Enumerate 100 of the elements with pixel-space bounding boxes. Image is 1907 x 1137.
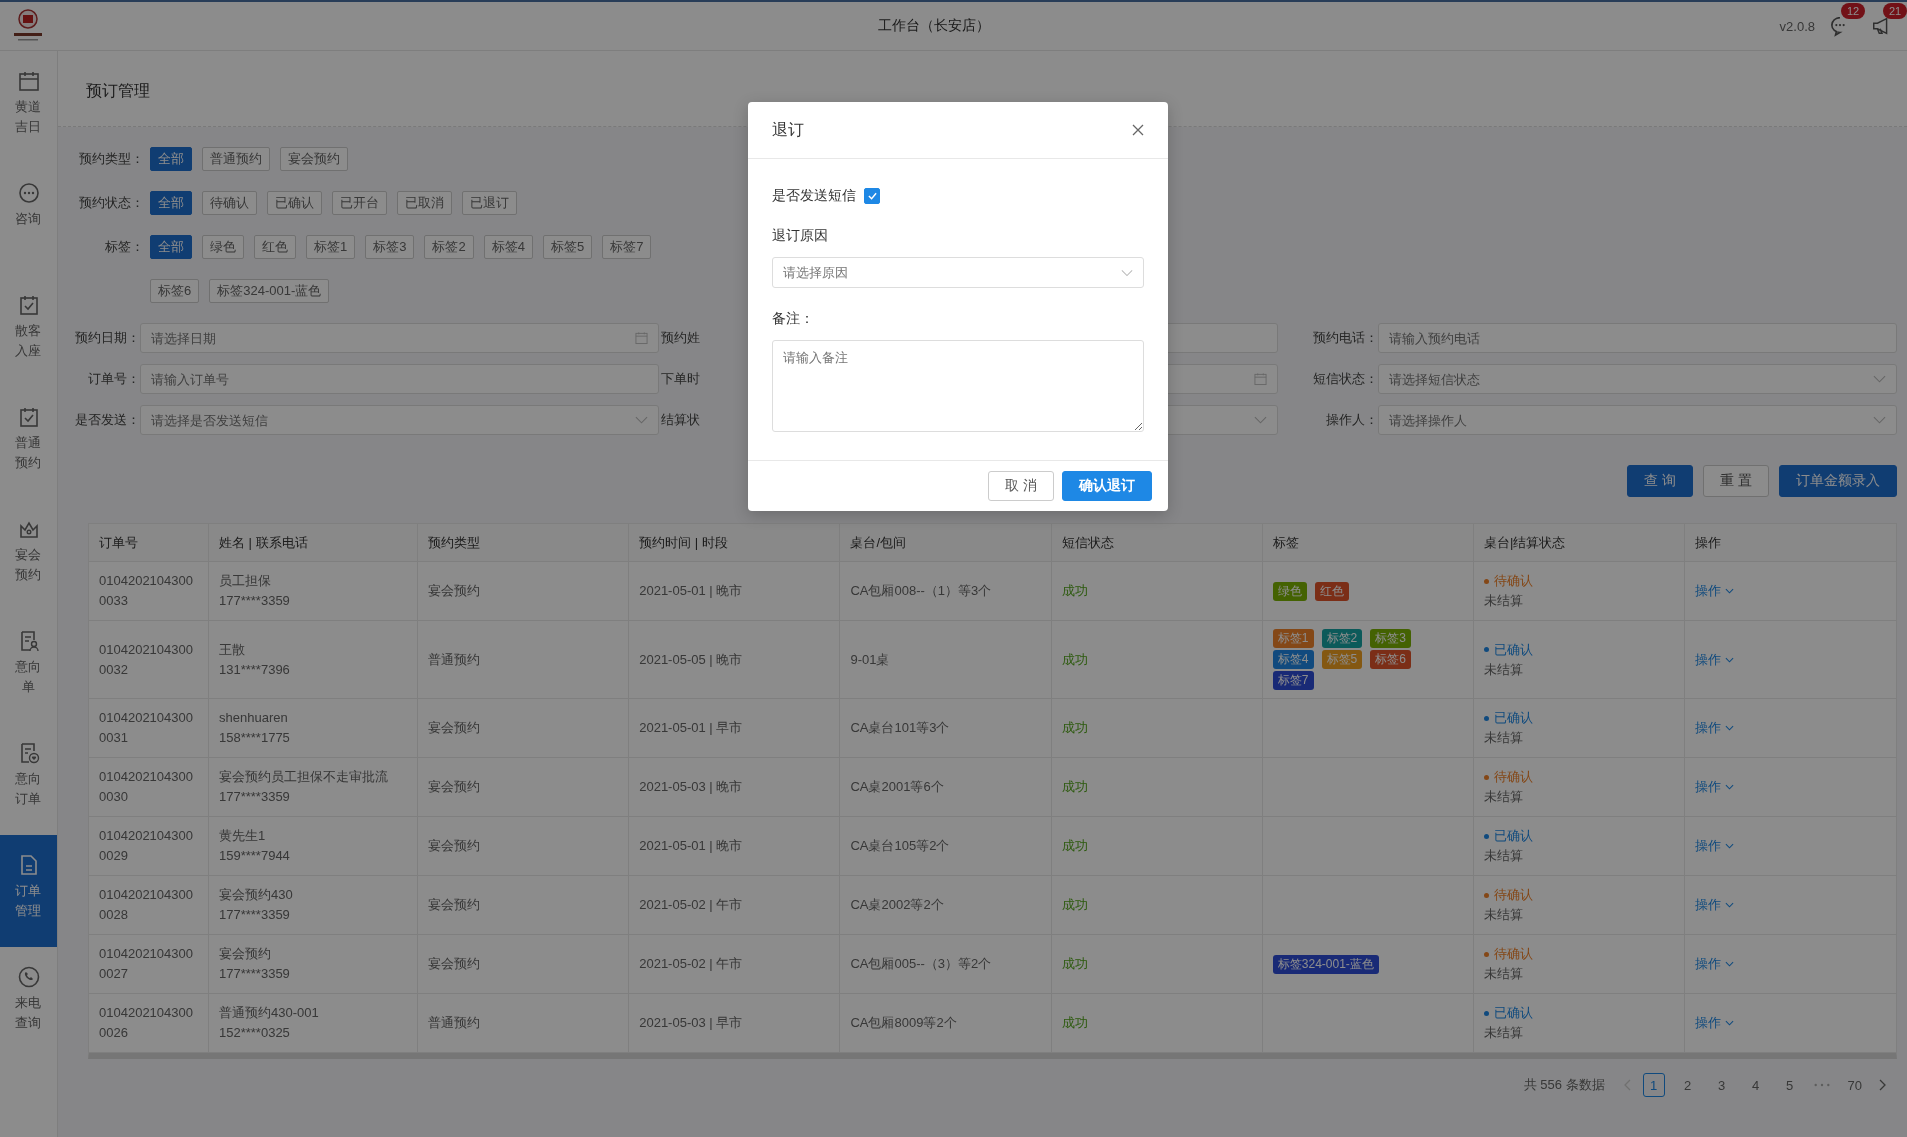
filter-chip[interactable]: 已确认 bbox=[267, 191, 322, 215]
customer-name: 员工担保 bbox=[219, 572, 271, 590]
tag: 红色 bbox=[1314, 581, 1349, 601]
settlement-status: 未结算 bbox=[1484, 847, 1523, 865]
window-title: 工作台（长安店） bbox=[876, 17, 991, 35]
date-field[interactable]: 请选择日期 bbox=[140, 323, 659, 353]
caret-icon bbox=[1725, 588, 1735, 594]
filter-chip[interactable]: 红色 bbox=[254, 235, 296, 259]
filter-chip[interactable]: 已开台 bbox=[332, 191, 387, 215]
table-name: CA桌2002等2个 bbox=[850, 897, 944, 912]
dialog-button[interactable]: 确认退订 bbox=[1062, 471, 1152, 501]
notification-badge: 12 bbox=[1841, 3, 1866, 19]
actions-dropdown[interactable]: 操作 bbox=[1695, 1013, 1735, 1033]
filter-chip[interactable]: 标签3 bbox=[365, 235, 415, 259]
notification-badge: 21 bbox=[1883, 3, 1907, 19]
actions-dropdown[interactable]: 操作 bbox=[1695, 718, 1735, 738]
sidebar-item[interactable]: 意向订单 bbox=[0, 723, 57, 835]
select-field[interactable]: 请选择短信状态 bbox=[1378, 364, 1897, 394]
booking-time: 2021-05-03 | 早市 bbox=[639, 1015, 743, 1030]
settlement-status: 未结算 bbox=[1484, 1024, 1523, 1042]
sidebar-item[interactable]: 散客入座 bbox=[0, 275, 57, 387]
table-name: CA桌2001等6个 bbox=[850, 779, 944, 794]
sidebar-item[interactable]: 普通预约 bbox=[0, 387, 57, 499]
sidebar-item[interactable]: 咨询 bbox=[0, 163, 57, 275]
input-field[interactable]: 请输入预约电话 bbox=[1378, 323, 1897, 353]
select-field[interactable]: 请选择原因 bbox=[772, 257, 1144, 288]
filter-chip[interactable]: 宴会预约 bbox=[280, 147, 348, 171]
action-button[interactable]: 查 询 bbox=[1627, 465, 1694, 497]
filter-chip[interactable]: 标签1 bbox=[306, 235, 356, 259]
actions-dropdown[interactable]: 操作 bbox=[1695, 777, 1735, 797]
page-button[interactable]: 5 bbox=[1778, 1073, 1801, 1097]
sms-status: 成功 bbox=[1061, 956, 1088, 971]
filter-chip[interactable]: 标签6 bbox=[150, 279, 200, 303]
sidebar-item[interactable]: 订单管理 bbox=[0, 835, 57, 947]
note-field[interactable]: 请输入备注 bbox=[772, 340, 1144, 432]
field-label: 操作人： bbox=[1325, 411, 1378, 429]
actions-dropdown[interactable]: 操作 bbox=[1695, 954, 1735, 974]
sidebar-item[interactable]: 宴会预约 bbox=[0, 499, 57, 611]
next-page-icon[interactable] bbox=[1879, 1079, 1887, 1091]
filter-chip[interactable]: 全部 bbox=[150, 235, 192, 259]
filter-chip[interactable]: 全部 bbox=[150, 191, 192, 215]
action-button[interactable]: 重 置 bbox=[1703, 465, 1769, 497]
filter-label: 预约类型： bbox=[78, 150, 145, 168]
booking-status: 待确认 bbox=[1484, 767, 1533, 787]
page-button[interactable]: 4 bbox=[1744, 1073, 1767, 1097]
action-button[interactable]: 订单金额录入 bbox=[1779, 465, 1897, 497]
field-label: 短信状态： bbox=[1312, 370, 1378, 388]
checkbox[interactable] bbox=[864, 188, 880, 204]
chevron-down-icon bbox=[1254, 416, 1267, 424]
actions-dropdown[interactable]: 操作 bbox=[1695, 581, 1735, 601]
tag: 标签4 bbox=[1272, 650, 1314, 669]
filter-chip[interactable]: 普通预约 bbox=[202, 147, 270, 171]
filter-label: 标签： bbox=[104, 238, 145, 256]
page-button[interactable]: 1 bbox=[1642, 1073, 1665, 1097]
filter-chip[interactable]: 标签7 bbox=[602, 235, 652, 259]
booking-status: 已确认 bbox=[1484, 1003, 1533, 1023]
actions-dropdown[interactable]: 操作 bbox=[1695, 649, 1735, 670]
sidebar-item[interactable]: 来电查询 bbox=[0, 947, 57, 1059]
booking-time: 2021-05-03 | 晚市 bbox=[639, 779, 743, 794]
phone-icon bbox=[16, 965, 41, 989]
phone-number: 131****7396 bbox=[219, 660, 290, 679]
field-label: 退订原因 bbox=[772, 227, 829, 245]
column-header: 短信状态 bbox=[1051, 524, 1263, 562]
page-button[interactable]: 2 bbox=[1676, 1073, 1699, 1097]
actions-dropdown[interactable]: 操作 bbox=[1695, 836, 1735, 856]
actions-dropdown[interactable]: 操作 bbox=[1695, 895, 1735, 915]
order-number: 01042021043000028 bbox=[99, 886, 193, 924]
filter-chip[interactable]: 标签324-001-蓝色 bbox=[209, 279, 330, 303]
sms-status: 成功 bbox=[1061, 651, 1088, 667]
order-number: 01042021043000032 bbox=[99, 640, 193, 679]
filter-chip[interactable]: 全部 bbox=[150, 147, 192, 171]
field-label: 结算状 bbox=[661, 411, 701, 429]
version-label: v2.0.8 bbox=[1779, 18, 1815, 34]
column-header: 桌台|结算状态 bbox=[1473, 524, 1685, 562]
select-field[interactable]: 请选择是否发送短信 bbox=[140, 405, 659, 435]
chevron-down-icon bbox=[1873, 375, 1886, 383]
phone-number: 152****0325 bbox=[219, 1024, 290, 1042]
phone-number: 177****3359 bbox=[219, 592, 290, 610]
select-field[interactable]: 请选择操作人 bbox=[1378, 405, 1897, 435]
dialog-button[interactable]: 取 消 bbox=[988, 471, 1054, 501]
filter-chip[interactable]: 标签4 bbox=[483, 235, 533, 259]
caret-icon bbox=[1725, 784, 1735, 790]
filter-chip[interactable]: 标签5 bbox=[542, 235, 593, 259]
filter-chip[interactable]: 待确认 bbox=[202, 191, 257, 215]
booking-type: 宴会预约 bbox=[428, 583, 480, 598]
filter-chip[interactable]: 绿色 bbox=[202, 235, 244, 259]
filter-chip[interactable]: 已取消 bbox=[397, 191, 452, 215]
sidebar-item[interactable]: 意向单 bbox=[0, 611, 57, 723]
page-button[interactable]: 3 bbox=[1710, 1073, 1733, 1097]
settlement-status: 未结算 bbox=[1484, 788, 1523, 806]
settlement-status: 未结算 bbox=[1484, 592, 1523, 610]
input-field[interactable]: 请输入订单号 bbox=[140, 364, 659, 394]
sidebar-item[interactable]: 黄道吉日 bbox=[0, 51, 57, 163]
close-icon[interactable] bbox=[1132, 124, 1144, 136]
booking-status: 已确认 bbox=[1484, 708, 1533, 728]
column-header: 订单号 bbox=[89, 524, 209, 562]
filter-chip[interactable]: 已退订 bbox=[462, 191, 517, 215]
booking-time: 2021-05-02 | 午市 bbox=[639, 897, 743, 912]
filter-chip[interactable]: 标签2 bbox=[424, 235, 474, 259]
page-button[interactable]: 70 bbox=[1842, 1073, 1867, 1097]
